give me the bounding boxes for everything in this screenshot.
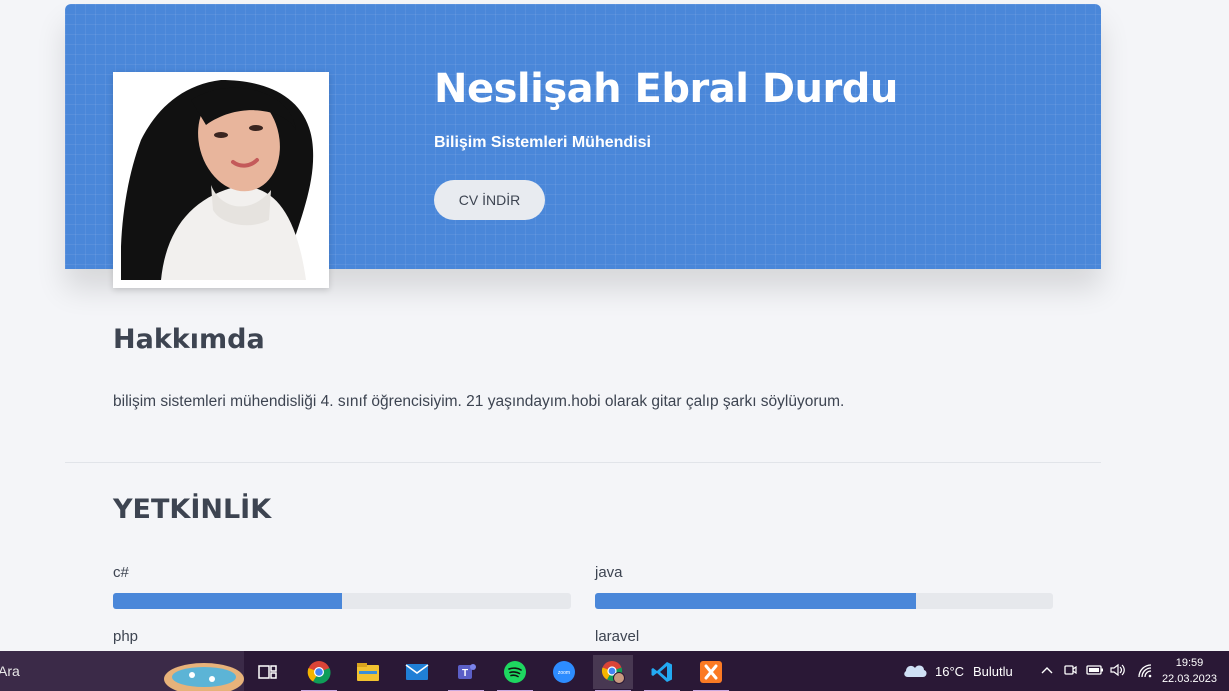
profile-title: Bilişim Sistemleri Mühendisi	[434, 134, 651, 151]
skills-heading: YETKİNLİK	[113, 494, 272, 525]
weather-description[interactable]: Bulutlu	[973, 664, 1013, 679]
windows-taskbar: Ara T zoom 16°C Bulutlu 19:59 22.03.2023	[0, 651, 1229, 691]
wifi-icon[interactable]	[1137, 663, 1153, 679]
skill-progress-bar	[595, 593, 1053, 609]
about-heading: Hakkımda	[113, 324, 265, 355]
cloud-icon[interactable]	[902, 661, 928, 679]
chrome-icon[interactable]	[299, 655, 339, 691]
xampp-icon[interactable]	[691, 655, 731, 691]
mail-icon[interactable]	[397, 655, 437, 689]
vscode-icon[interactable]	[642, 655, 682, 691]
skill-label: c#	[113, 564, 129, 581]
about-text: bilişim sistemleri mühendisliği 4. sınıf…	[113, 393, 845, 410]
skill-label: java	[595, 564, 623, 581]
skill-progress-fill	[595, 593, 916, 609]
section-divider	[65, 462, 1101, 463]
svg-text:T: T	[462, 668, 468, 679]
spotify-icon[interactable]	[495, 655, 535, 691]
search-highlight-icon	[164, 663, 244, 691]
teams-icon[interactable]: T	[446, 655, 486, 691]
chevron-up-icon[interactable]	[1040, 664, 1054, 676]
clock-date: 22.03.2023	[1161, 673, 1217, 685]
svg-text:zoom: zoom	[558, 670, 570, 676]
task-view-icon[interactable]	[248, 655, 288, 689]
zoom-icon[interactable]: zoom	[544, 655, 584, 689]
download-cv-button[interactable]: CV İNDİR	[434, 180, 545, 220]
chrome-profile-icon[interactable]	[593, 655, 633, 691]
profile-photo	[113, 72, 329, 288]
battery-icon[interactable]	[1086, 664, 1104, 676]
clock-time: 19:59	[1175, 657, 1204, 669]
volume-icon[interactable]	[1109, 662, 1127, 678]
skill-progress-bar	[113, 593, 571, 609]
file-explorer-icon[interactable]	[348, 655, 388, 689]
skill-label: php	[113, 628, 139, 645]
profile-name: Neslişah Ebral Durdu	[434, 66, 898, 112]
skill-label: laravel	[595, 628, 640, 645]
system-clock[interactable]: 19:59 22.03.2023	[1162, 655, 1217, 687]
skill-progress-fill	[113, 593, 342, 609]
taskbar-search-box[interactable]: Ara	[0, 651, 244, 691]
weather-temperature[interactable]: 16°C	[935, 664, 964, 679]
meet-now-icon[interactable]	[1063, 662, 1077, 678]
search-placeholder: Ara	[0, 663, 20, 679]
profile-photo-image	[121, 80, 321, 280]
